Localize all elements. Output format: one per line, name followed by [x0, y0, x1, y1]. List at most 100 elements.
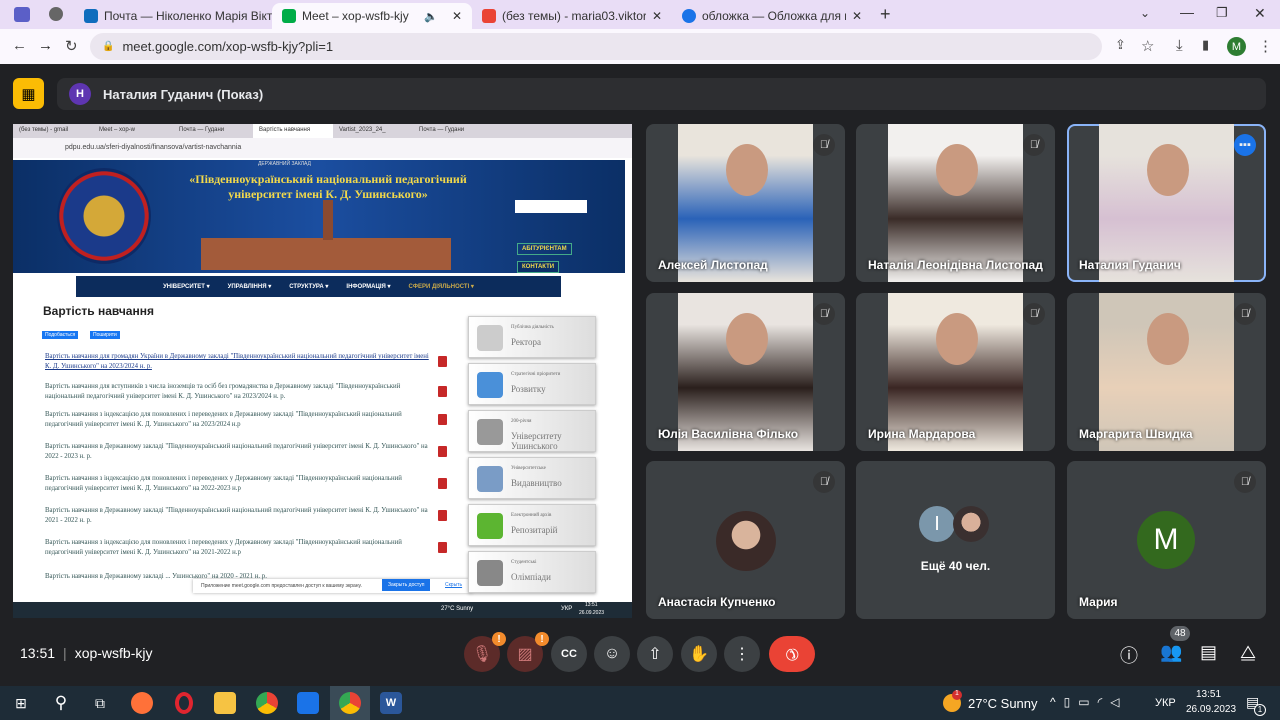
scanner-app-icon[interactable]	[297, 692, 319, 714]
menu-icon[interactable]: ⋮	[1258, 37, 1273, 55]
search-icon[interactable]: ⚲	[50, 692, 72, 714]
restore-button[interactable]: ❐	[1216, 5, 1228, 21]
language-indicator[interactable]: УКР	[1155, 697, 1176, 709]
minimize-button[interactable]: —	[1180, 4, 1194, 20]
word-icon[interactable]: W	[380, 692, 402, 714]
reload-icon[interactable]: ↻	[65, 37, 78, 55]
pdf-icon[interactable]	[438, 510, 447, 521]
share-button[interactable]: Поширити	[90, 331, 120, 339]
leave-call-button[interactable]: ✆	[769, 636, 815, 672]
stop-presentation-icon[interactable]: ▦	[13, 78, 44, 109]
shared-screen[interactable]: (без темы) - gmail Meet – xop-w Почта — …	[13, 124, 632, 618]
participant-tile[interactable]: Анастасія Купченко 🎙̸	[646, 461, 845, 619]
more-options-button[interactable]: ⋮	[724, 636, 760, 672]
reactions-button[interactable]: ☺	[594, 636, 630, 672]
activities-icon[interactable]: ⧋	[1240, 642, 1256, 663]
close-tab-icon[interactable]: ✕	[852, 9, 862, 23]
side-panel-icon[interactable]: ▮	[1202, 37, 1209, 53]
close-tab-icon[interactable]: ✕	[452, 9, 462, 23]
captions-icon: CC	[561, 648, 577, 660]
participant-face	[726, 313, 768, 365]
clock-time[interactable]: 13:51	[1196, 689, 1221, 700]
cost-document-link[interactable]: Вартість навчання для вступників з числа…	[45, 382, 435, 402]
chrome-icon[interactable]	[256, 692, 278, 714]
mic-off-button[interactable]: 🎙!	[464, 632, 506, 672]
cost-document-link[interactable]: Вартість навчання в Державному закладі "…	[45, 506, 435, 526]
participant-tile[interactable]: Юлія Василівна Філько 🎙̸	[646, 293, 845, 451]
applicants-button[interactable]: АБІТУРІЄНТАМ	[517, 243, 572, 255]
new-tab-button[interactable]: +	[880, 4, 891, 25]
firefox-icon[interactable]	[131, 692, 153, 714]
back-icon[interactable]: ←	[12, 37, 27, 54]
cost-document-link[interactable]: Вартість навчання з індексацією для поно…	[45, 538, 435, 558]
contacts-button[interactable]: КОНТАКТИ	[517, 261, 560, 273]
pdf-icon[interactable]	[438, 542, 447, 553]
pdf-icon[interactable]	[438, 356, 447, 367]
tab-outlook[interactable]: Почта — Ніколенко Марія Вікт✕	[74, 3, 274, 29]
sidebar-card[interactable]: Публічна діяльність Ректора	[468, 316, 596, 358]
captions-button[interactable]: CC	[551, 636, 587, 672]
people-icon[interactable]: 👥	[1160, 642, 1182, 663]
speaker-icon[interactable]: 🔈	[424, 10, 438, 23]
participant-tile[interactable]: M Мария 🎙̸	[1067, 461, 1266, 619]
meeting-details-icon[interactable]: ⓘ	[1120, 642, 1138, 668]
download-icon[interactable]: ⤓	[1176, 37, 1183, 54]
tab-gmail[interactable]: (без темы) - maria03.viktorovna ✕	[472, 3, 672, 29]
share-page-icon[interactable]: ⇪	[1115, 37, 1126, 53]
chat-icon[interactable]: ▤	[1200, 642, 1217, 663]
participant-tile[interactable]: I Ещё 40 чел.	[856, 461, 1055, 619]
cost-document-link[interactable]: Вартість навчання з індексацією для поно…	[45, 410, 435, 430]
task-view-icon[interactable]: ⧉	[89, 692, 111, 714]
participant-tile[interactable]: Наталия Гуданич ▪▪▪	[1067, 124, 1266, 282]
url-bar[interactable]: 🔒 meet.google.com/xop-wsfb-kjy?pli=1	[90, 33, 1102, 60]
opera-icon[interactable]	[175, 692, 193, 714]
system-tray-icons[interactable]: ^▯▭◜◁	[1050, 695, 1127, 709]
pdf-icon[interactable]	[438, 414, 447, 425]
site-search-input[interactable]	[515, 200, 587, 213]
clock-date[interactable]: 26.09.2023	[1186, 704, 1236, 715]
present-button[interactable]: ⇧	[637, 636, 673, 672]
like-button[interactable]: Подобається	[42, 331, 79, 339]
hide-notice-link[interactable]: Скрыть	[445, 582, 462, 588]
weather-text[interactable]: 27°C Sunny	[968, 696, 1038, 711]
cost-document-link[interactable]: Вартість навчання з індексацією для поно…	[45, 474, 435, 494]
tab-meet[interactable]: Meet – xop-wsfb-kjy 🔈 ✕	[272, 3, 472, 29]
nav-item[interactable]: ІНФОРМАЦІЯ ▾	[346, 283, 390, 290]
nav-item[interactable]: УПРАВЛІННЯ ▾	[228, 283, 272, 290]
pdf-icon[interactable]	[438, 446, 447, 457]
nav-item[interactable]: СТРУКТУРА ▾	[289, 283, 328, 290]
pdf-icon[interactable]	[438, 478, 447, 489]
nav-item[interactable]: СФЕРИ ДІЯЛЬНОСТІ ▾	[409, 283, 474, 290]
start-icon[interactable]: ⊞	[10, 692, 32, 714]
raise-hand-button[interactable]: ✋	[681, 636, 717, 672]
sidebar-card[interactable]: Електронний архів Репозитарій	[468, 504, 596, 546]
sidebar-card[interactable]: 200-річчя Університету Ушинського	[468, 410, 596, 452]
participant-tile[interactable]: Маргарита Швидка 🎙̸	[1067, 293, 1266, 451]
forward-icon[interactable]: →	[38, 37, 53, 54]
cost-document-link[interactable]: Вартість навчання в Державному закладі .…	[45, 572, 435, 582]
participant-tile[interactable]: Наталія Леонідівна Листопад 🎙̸	[856, 124, 1055, 282]
nav-item[interactable]: УНІВЕРСИТЕТ ▾	[163, 283, 210, 290]
cost-document-link[interactable]: Вартість навчання в Державному закладі "…	[45, 442, 435, 462]
participant-tile[interactable]: Алексей Листопад 🎙̸	[646, 124, 845, 282]
close-tab-icon[interactable]: ✕	[652, 9, 662, 23]
teams-icon[interactable]	[14, 7, 30, 22]
tab-search-icon[interactable]: ⌄	[1140, 6, 1150, 20]
participant-tile[interactable]: Ирина Мардарова 🎙̸	[856, 293, 1055, 451]
card-icon	[477, 466, 503, 492]
chrome-profile-icon[interactable]	[339, 692, 361, 714]
url-text: meet.google.com/xop-wsfb-kjy?pli=1	[122, 39, 334, 54]
sidebar-card[interactable]: Університетське Видавництво	[468, 457, 596, 499]
camera-off-button[interactable]: ▨!	[507, 632, 549, 672]
sidebar-card[interactable]: Студентські Олімпіади	[468, 551, 596, 593]
pdf-icon[interactable]	[438, 386, 447, 397]
bookmark-star-icon[interactable]: ☆	[1141, 37, 1154, 55]
profile-avatar[interactable]: M	[1227, 37, 1246, 56]
cost-document-link[interactable]: Вартість навчання для громадян України в…	[45, 352, 435, 372]
file-explorer-icon[interactable]	[214, 692, 236, 714]
sidebar-card[interactable]: Стратегічні пріоритети Розвитку	[468, 363, 596, 405]
globe-icon[interactable]	[49, 7, 63, 21]
close-window-button[interactable]: ✕	[1254, 5, 1266, 22]
canva-icon	[682, 9, 696, 23]
tab-canva[interactable]: обложка — Обложка для книги ✕	[672, 3, 872, 29]
